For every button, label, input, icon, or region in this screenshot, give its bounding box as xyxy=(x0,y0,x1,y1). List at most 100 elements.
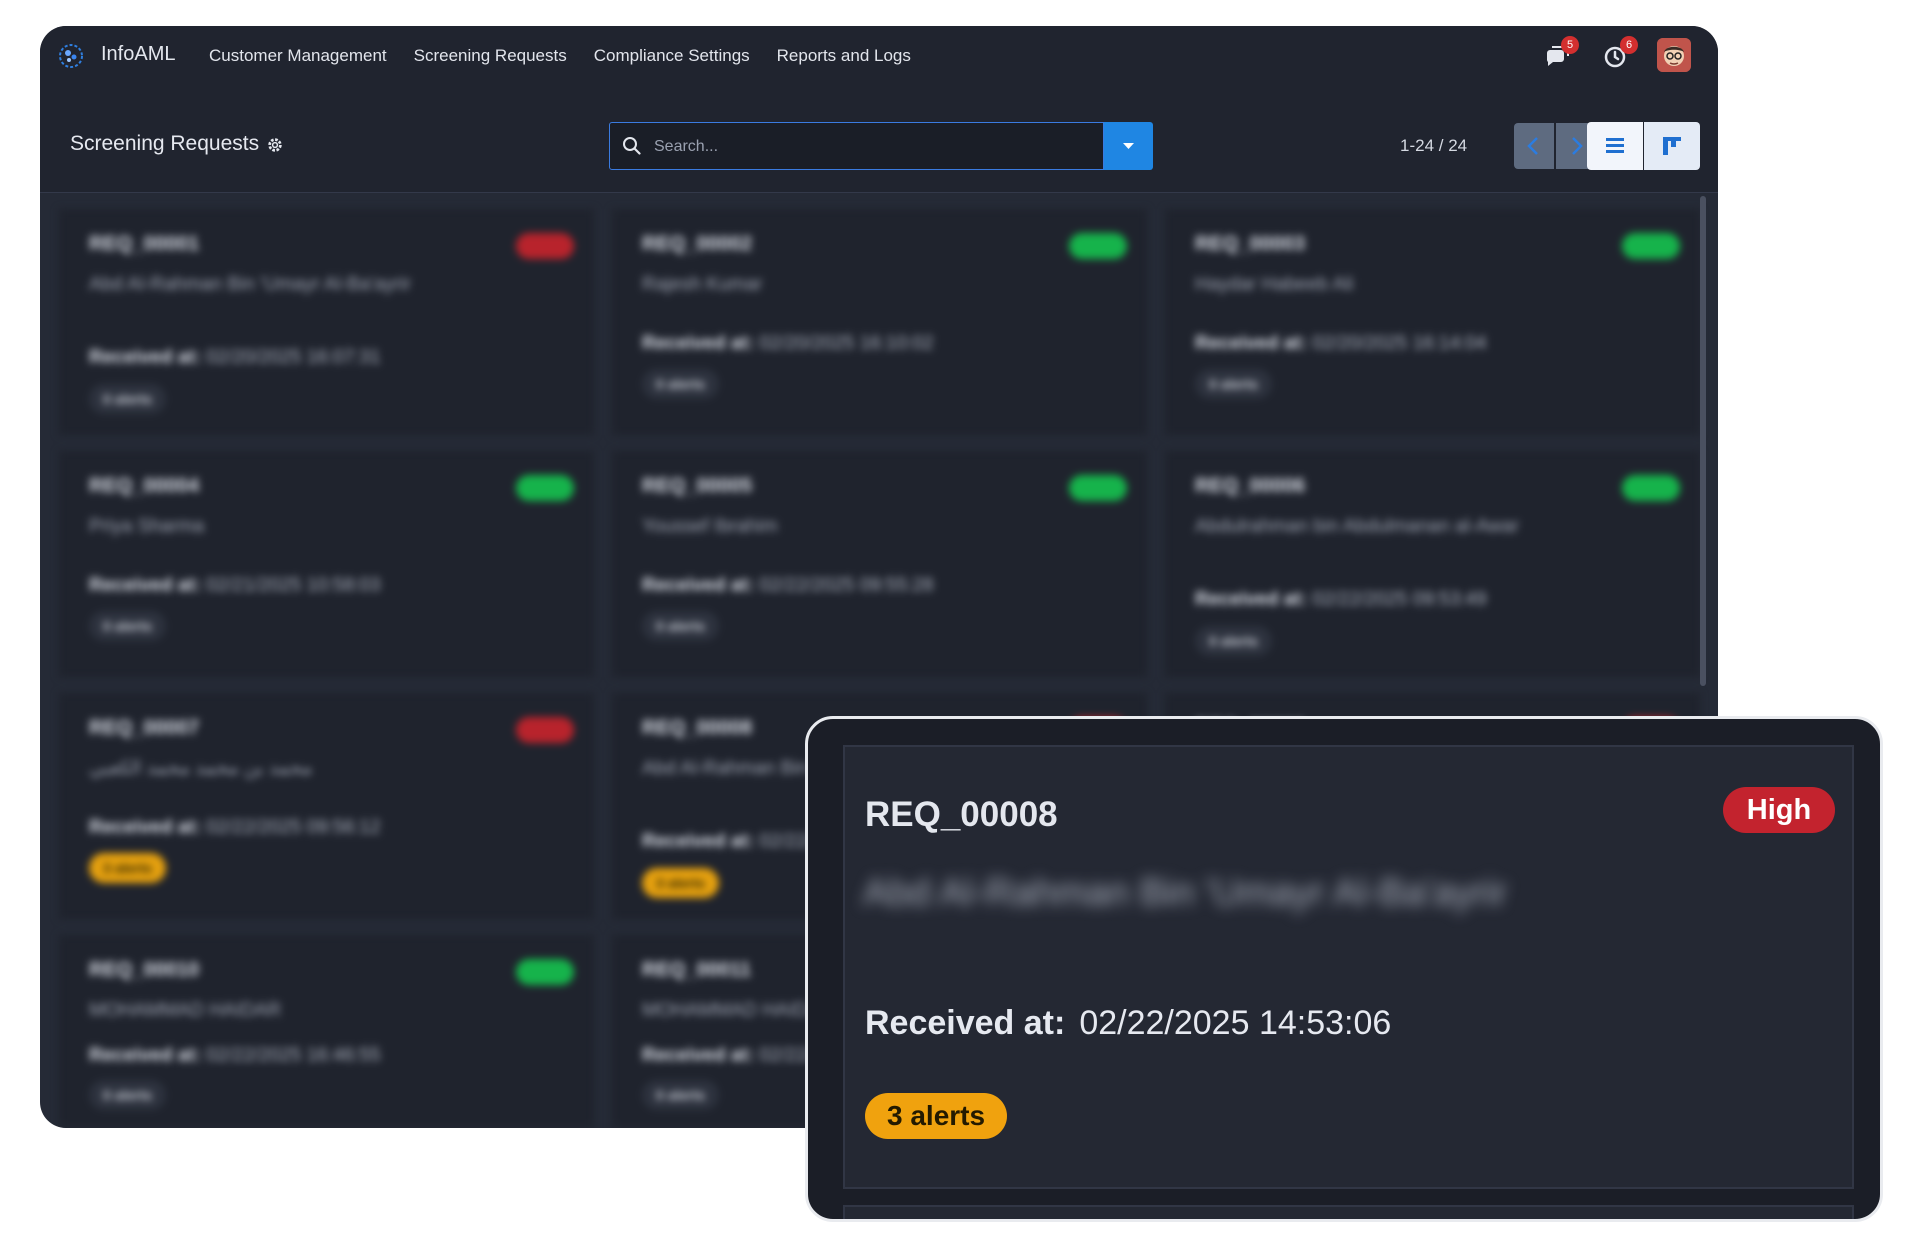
search-options-toggle[interactable] xyxy=(1104,122,1153,170)
search-field[interactable] xyxy=(609,122,1104,171)
card-risk-badge xyxy=(1622,475,1680,501)
nav-reports-and-logs[interactable]: Reports and Logs xyxy=(777,46,911,66)
kanban-card-detail[interactable]: REQ_00008 High Abd Al-Rahman Bin 'Umayr … xyxy=(843,745,1854,1189)
kanban-card[interactable]: REQ_00006 Abdulrahman bin Abdulmanan al-… xyxy=(1165,451,1700,677)
activities-button[interactable]: 6 xyxy=(1602,36,1638,70)
nav-customer-management[interactable]: Customer Management xyxy=(209,46,387,66)
main-menu: Customer Management Screening Requests C… xyxy=(209,46,911,66)
card-customer-name: Abd Al-Rahman Bin 'Umayr Al-Ba'ayrir xyxy=(863,872,1507,914)
card-request-id: REQ_00002 xyxy=(642,233,753,255)
page-title: Screening Requests xyxy=(70,132,260,155)
scrollbar[interactable] xyxy=(1700,196,1706,686)
received-timestamp: 02/22/2025 14:53:06 xyxy=(1079,1004,1392,1042)
card-alerts-badge: 0 alerts xyxy=(642,1080,720,1110)
card-received: Received at: 02/22/2025 09:53:49 xyxy=(1195,589,1487,611)
card-alerts-badge: 3 alerts xyxy=(642,868,720,898)
pager-previous-button[interactable] xyxy=(1514,123,1554,169)
nav-compliance-settings[interactable]: Compliance Settings xyxy=(594,46,750,66)
user-avatar[interactable] xyxy=(1657,38,1691,72)
list-view-icon xyxy=(1606,138,1624,153)
kanban-card[interactable]: REQ_00010 MOHAMMAD HAIDAR Received at: 0… xyxy=(59,935,594,1128)
kanban-card[interactable]: REQ_00001 Abd Al-Rahman Bin 'Umayr Al-Ba… xyxy=(59,209,594,435)
kanban-view-icon xyxy=(1663,137,1681,155)
card-request-id: REQ_00007 xyxy=(89,717,200,739)
card-risk-badge xyxy=(1069,475,1127,501)
zoomed-card-callout: REQ_00008 High Abd Al-Rahman Bin 'Umayr … xyxy=(805,716,1883,1222)
top-navbar: InfoAML Customer Management Screening Re… xyxy=(40,26,1718,86)
card-risk-badge xyxy=(516,475,574,501)
card-customer-name: Abdulrahman bin Abdulmanan al-Awar xyxy=(1195,516,1519,537)
card-received-label: Received at: xyxy=(642,575,754,596)
risk-level-badge: High xyxy=(1723,787,1835,833)
card-received: Received at: 02/20/2025 16:07:31 xyxy=(89,347,381,369)
card-received: Received at: 02/22/2025 09:55:28 xyxy=(642,575,934,597)
card-risk-badge xyxy=(516,959,574,985)
user-avatar-icon xyxy=(1657,38,1691,72)
card-request-id: REQ_00006 xyxy=(1195,475,1306,497)
card-received-value: 02/21/2025 10:58:03 xyxy=(206,575,381,596)
gear-icon[interactable] xyxy=(266,136,284,154)
card-customer-name: Haydar Habeeb Ali xyxy=(1195,274,1354,295)
card-received-label: Received at: xyxy=(89,1045,201,1066)
kanban-card[interactable]: REQ_00003 Haydar Habeeb Ali Received at:… xyxy=(1165,209,1700,435)
card-alerts-badge: 0 alerts xyxy=(642,369,720,399)
card-customer-name: Abd Al-Rahman Bin 'Umayr Al-Ba'ayrir xyxy=(89,274,411,295)
caret-down-icon xyxy=(1123,143,1134,149)
card-alerts-badge: 0 alerts xyxy=(1195,626,1273,656)
card-request-id: REQ_00011 xyxy=(642,959,751,981)
messages-button[interactable]: 5 xyxy=(1543,36,1579,70)
card-request-id: REQ_00004 xyxy=(89,475,200,497)
card-received-label: Received at: xyxy=(642,333,754,354)
kanban-card[interactable]: REQ_00004 Priya Sharma Received at: 02/2… xyxy=(59,451,594,677)
card-received-label: Received at: xyxy=(1195,333,1307,354)
search-icon xyxy=(623,137,641,155)
list-view-button[interactable] xyxy=(1587,122,1643,170)
control-panel: Screening Requests 1-24 / 24 xyxy=(40,86,1718,193)
card-received: Received at: 02/21/2025 10:58:03 xyxy=(89,575,381,597)
infoaml-logo-icon[interactable] xyxy=(58,43,84,69)
card-received-label: Received at: xyxy=(89,347,201,368)
card-received-label: Received at: xyxy=(642,831,754,852)
activities-count-badge: 6 xyxy=(1620,36,1638,54)
search-input[interactable] xyxy=(652,123,1096,171)
received-label: Received at: xyxy=(865,1004,1066,1042)
card-alerts-badge: 0 alerts xyxy=(89,1080,167,1110)
card-request-id: REQ_00003 xyxy=(1195,233,1306,255)
card-received-value: 02/22/2025 09:56:12 xyxy=(206,817,381,838)
card-customer-name: Youssef Ibrahim xyxy=(642,516,778,537)
kanban-view-button[interactable] xyxy=(1644,122,1700,170)
card-received: Received at: 02/20/2025 16:10:02 xyxy=(642,333,934,355)
nav-screening-requests[interactable]: Screening Requests xyxy=(414,46,567,66)
kanban-card[interactable]: REQ_00005 Youssef Ibrahim Received at: 0… xyxy=(612,451,1147,677)
card-received: Received at: 02/22/2025 09:56:12 xyxy=(89,817,381,839)
card-customer-name: Rajesh Kumar xyxy=(642,274,763,295)
card-request-id: REQ_00010 xyxy=(89,959,200,981)
card-received: Received at: 02/22/2025 16:46:55 xyxy=(89,1045,381,1067)
card-received-label: Received at: xyxy=(89,575,201,596)
card-alerts-badge: 0 alerts xyxy=(642,611,720,641)
messages-count-badge: 5 xyxy=(1561,36,1579,54)
card-risk-badge xyxy=(1622,233,1680,259)
card-received: Received at: 02/20/2025 16:14:04 xyxy=(1195,333,1487,355)
card-request-id: REQ_00008 xyxy=(865,795,1058,834)
card-received-value: 02/22/2025 09:53:49 xyxy=(1312,589,1487,610)
kanban-card[interactable]: REQ_00007 محمد بن محمد محمد الكعبي Recei… xyxy=(59,693,594,919)
card-alerts-badge: 3 alerts xyxy=(89,853,167,883)
pager-value[interactable]: 1-24 / 24 xyxy=(1400,136,1467,156)
card-customer-name: MOHAMMAD HAIDAR xyxy=(89,1000,282,1021)
card-received-value: 02/22/2025 09:55:28 xyxy=(759,575,934,596)
kanban-card[interactable]: REQ_00002 Rajesh Kumar Received at: 02/2… xyxy=(612,209,1147,435)
next-card-edge xyxy=(843,1205,1854,1219)
card-received-label: Received at: xyxy=(89,817,201,838)
card-risk-badge xyxy=(516,233,574,259)
card-customer-name: Priya Sharma xyxy=(89,516,205,537)
card-received-value: 02/20/2025 16:10:02 xyxy=(759,333,934,354)
card-received-label: Received at: xyxy=(1195,589,1307,610)
card-alerts-badge: 0 alerts xyxy=(1195,369,1273,399)
card-received: Received at: 02/22/2025 14:53:06 xyxy=(865,1004,1391,1043)
card-received-label: Received at: xyxy=(642,1045,754,1066)
card-request-id: REQ_00005 xyxy=(642,475,753,497)
brand-name[interactable]: InfoAML xyxy=(101,43,175,66)
card-alerts-badge: 0 alerts xyxy=(89,384,167,414)
card-received-value: 02/20/2025 16:07:31 xyxy=(206,347,381,368)
